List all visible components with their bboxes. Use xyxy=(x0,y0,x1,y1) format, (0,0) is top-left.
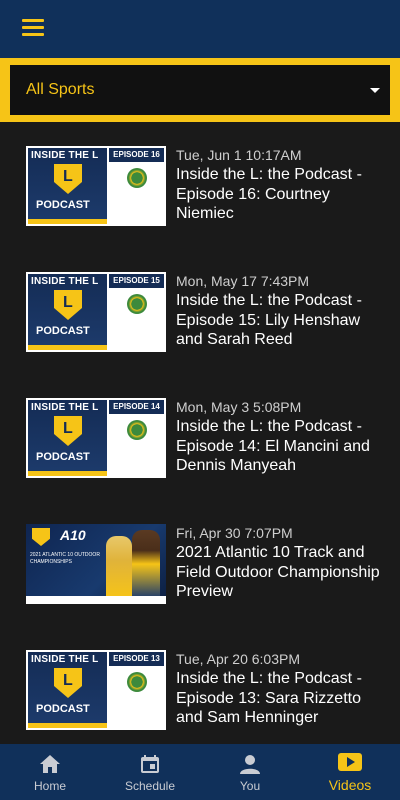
thumbnail-label: PODCAST xyxy=(36,199,90,211)
sponsor-logo-icon xyxy=(126,168,147,188)
thumbnail-heading: INSIDE THE L xyxy=(31,276,99,287)
nav-schedule[interactable]: Schedule xyxy=(100,744,200,800)
video-item[interactable]: INSIDE THE L PODCAST EPISODE 13 Tue, Apr… xyxy=(0,626,400,736)
athlete-image xyxy=(106,536,132,598)
nav-videos[interactable]: Videos xyxy=(300,744,400,800)
a10-logo-icon: A10 xyxy=(60,527,86,543)
video-thumbnail: INSIDE THE L PODCAST EPISODE 14 xyxy=(26,398,166,478)
sport-filter-dropdown[interactable]: All Sports xyxy=(10,65,390,115)
video-date: Mon, May 17 7:43PM xyxy=(176,273,310,289)
video-list: INSIDE THE L PODCAST EPISODE 16 Tue, Jun… xyxy=(0,122,400,744)
thumbnail-episode: EPISODE 13 xyxy=(109,652,164,666)
la-salle-logo-icon xyxy=(54,164,82,194)
la-salle-logo-icon xyxy=(54,290,82,320)
video-play-icon xyxy=(337,751,363,773)
thumbnail-label: PODCAST xyxy=(36,703,90,715)
video-title: Inside the L: the Podcast - Episode 16: … xyxy=(176,166,362,222)
thumbnail-episode: EPISODE 15 xyxy=(109,274,164,288)
athlete-image xyxy=(132,530,160,598)
thumbnail-label: PODCAST xyxy=(36,325,90,337)
la-salle-logo-icon xyxy=(32,528,50,546)
sport-filter-bar: All Sports xyxy=(0,58,400,122)
sponsor-logo-icon xyxy=(126,294,147,314)
video-item[interactable]: INSIDE THE L PODCAST EPISODE 14 Mon, May… xyxy=(0,374,400,484)
calendar-icon xyxy=(140,753,160,775)
video-title: Inside the L: the Podcast - Episode 14: … xyxy=(176,418,370,474)
thumbnail-heading: INSIDE THE L xyxy=(31,402,99,413)
thumbnail-label: PODCAST xyxy=(36,451,90,463)
sponsor-logo-icon xyxy=(126,420,147,440)
video-title: Inside the L: the Podcast - Episode 13: … xyxy=(176,670,362,726)
thumbnail-episode: EPISODE 14 xyxy=(109,400,164,414)
video-item[interactable]: INSIDE THE L PODCAST EPISODE 16 Tue, Jun… xyxy=(0,122,400,232)
video-date: Tue, Jun 1 10:17AM xyxy=(176,147,302,163)
video-thumbnail: INSIDE THE L PODCAST EPISODE 13 xyxy=(26,650,166,730)
video-title: 2021 Atlantic 10 Track and Field Outdoor… xyxy=(176,544,380,600)
nav-home[interactable]: Home xyxy=(0,744,100,800)
video-item[interactable]: INSIDE THE L PODCAST EPISODE 15 Mon, May… xyxy=(0,248,400,358)
sponsor-logo-icon xyxy=(126,672,147,692)
video-title: Inside the L: the Podcast - Episode 15: … xyxy=(176,292,362,348)
thumbnail-text: 2021 ATLANTIC 10 OUTDOOR CHAMPIONSHIPS xyxy=(30,552,100,565)
home-icon xyxy=(39,753,61,775)
thumbnail-heading: INSIDE THE L xyxy=(31,150,99,161)
video-date: Tue, Apr 20 6:03PM xyxy=(176,651,300,667)
la-salle-logo-icon xyxy=(54,416,82,446)
nav-schedule-label: Schedule xyxy=(124,779,176,793)
nav-home-label: Home xyxy=(33,779,66,793)
bottom-navigation: Home Schedule You Videos xyxy=(0,744,400,800)
video-thumbnail: A10 2021 ATLANTIC 10 OUTDOOR CHAMPIONSHI… xyxy=(26,524,166,604)
person-icon xyxy=(240,753,260,775)
video-thumbnail: INSIDE THE L PODCAST EPISODE 16 xyxy=(26,146,166,226)
video-date: Fri, Apr 30 7:07PM xyxy=(176,525,293,541)
thumbnail-heading: INSIDE THE L xyxy=(31,654,99,665)
sport-filter-label: All Sports xyxy=(26,81,95,98)
video-thumbnail: INSIDE THE L PODCAST EPISODE 15 xyxy=(26,272,166,352)
nav-you-label: You xyxy=(239,779,261,793)
hamburger-menu-icon[interactable] xyxy=(22,19,44,37)
video-item[interactable]: A10 2021 ATLANTIC 10 OUTDOOR CHAMPIONSHI… xyxy=(0,500,400,610)
video-date: Mon, May 3 5:08PM xyxy=(176,399,302,415)
dropdown-caret-icon xyxy=(370,87,380,93)
nav-you[interactable]: You xyxy=(200,744,300,800)
top-app-bar xyxy=(0,0,400,58)
nav-videos-label: Videos xyxy=(328,777,372,793)
thumbnail-episode: EPISODE 16 xyxy=(109,148,164,162)
la-salle-logo-icon xyxy=(54,668,82,698)
